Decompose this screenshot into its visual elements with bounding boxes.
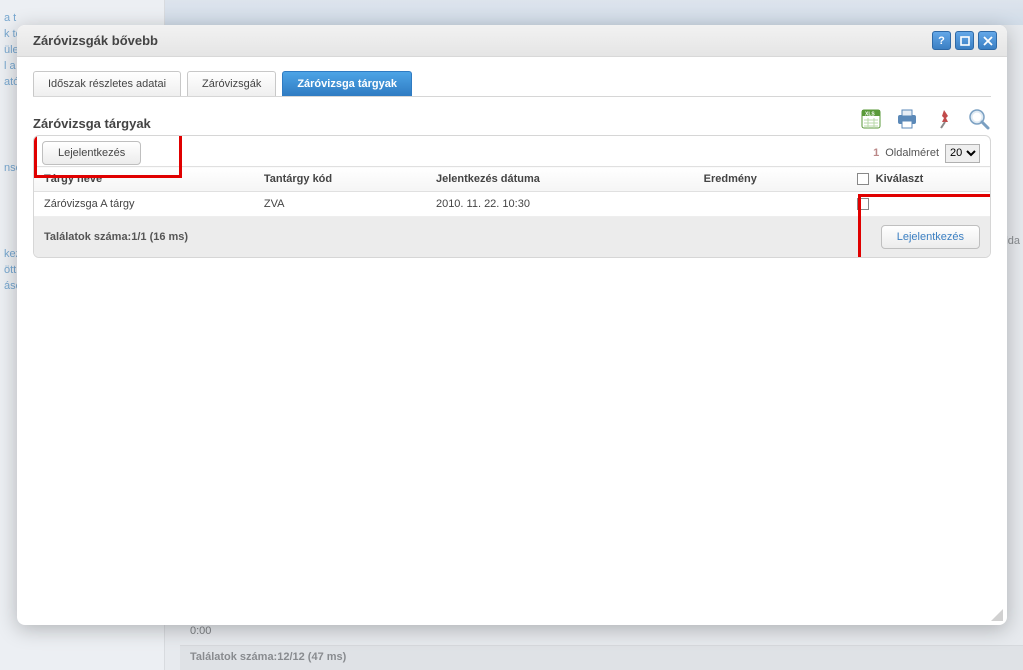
- cell-application-date: 2010. 11. 22. 10:30: [426, 192, 694, 217]
- col-subject-name[interactable]: Tárgy neve: [34, 167, 254, 192]
- cell-result: [694, 192, 847, 217]
- list-panel: Lejelentkezés 1 Oldalméret 20 Tárgy neve…: [33, 135, 991, 258]
- dialog-window: Záróvizsgák bővebb ? Időszak részletes a…: [17, 25, 1007, 625]
- tab-period-details[interactable]: Időszak részletes adatai: [33, 71, 181, 96]
- cell-subject-name: Záróvizsga A tárgy: [34, 192, 254, 217]
- section-title: Záróvizsga tárgyak: [33, 116, 859, 131]
- empty-area: [33, 285, 991, 605]
- col-select: Kiválaszt: [847, 167, 990, 192]
- resize-grip[interactable]: [989, 607, 1003, 621]
- cell-subject-code: ZVA: [254, 192, 426, 217]
- table-header-row: Tárgy neve Tantárgy kód Jelentkezés dátu…: [34, 167, 990, 192]
- unsubscribe-button-top[interactable]: Lejelentkezés: [42, 141, 141, 165]
- tab-final-exams[interactable]: Záróvizsgák: [187, 71, 276, 96]
- toolbar-icons: XLS: [859, 107, 991, 131]
- row-checkbox[interactable]: [857, 198, 869, 210]
- page-number: 1: [873, 147, 879, 159]
- col-application-date[interactable]: Jelentkezés dátuma: [426, 167, 694, 192]
- unsubscribe-button-bottom[interactable]: Lejelentkezés: [881, 225, 980, 249]
- result-count: Találatok száma:1/1 (16 ms): [44, 231, 188, 243]
- pager: 1 Oldalméret 20: [873, 144, 980, 163]
- list-footer: Találatok száma:1/1 (16 ms) Lejelentkezé…: [34, 217, 990, 257]
- dialog-body: Időszak részletes adatai Záróvizsgák Zár…: [17, 57, 1007, 262]
- subjects-table: Tárgy neve Tantárgy kód Jelentkezés dátu…: [34, 166, 990, 217]
- titlebar: Záróvizsgák bővebb ?: [17, 25, 1007, 57]
- list-top-bar: Lejelentkezés 1 Oldalméret 20: [34, 136, 990, 166]
- page-size-label: Oldalméret: [885, 147, 939, 159]
- help-button[interactable]: ?: [932, 31, 951, 50]
- table-row: Záróvizsga A tárgy ZVA 2010. 11. 22. 10:…: [34, 192, 990, 217]
- search-icon[interactable]: [967, 107, 991, 131]
- col-select-label: Kiválaszt: [876, 173, 924, 185]
- cell-select: [847, 192, 990, 217]
- export-xls-icon[interactable]: XLS: [859, 107, 883, 131]
- page-size-select[interactable]: 20: [945, 144, 980, 163]
- window-title: Záróvizsgák bővebb: [33, 33, 932, 48]
- print-icon[interactable]: [895, 107, 919, 131]
- tab-final-exam-subjects[interactable]: Záróvizsga tárgyak: [282, 71, 412, 96]
- select-all-checkbox[interactable]: [857, 173, 869, 185]
- col-subject-code[interactable]: Tantárgy kód: [254, 167, 426, 192]
- svg-text:XLS: XLS: [865, 112, 875, 118]
- col-result[interactable]: Eredmény: [694, 167, 847, 192]
- pin-icon[interactable]: [931, 107, 955, 131]
- window-controls: ?: [932, 31, 997, 50]
- section-header: Záróvizsga tárgyak XLS: [33, 107, 991, 131]
- maximize-button[interactable]: [955, 31, 974, 50]
- tab-bar: Időszak részletes adatai Záróvizsgák Zár…: [33, 71, 991, 97]
- close-button[interactable]: [978, 31, 997, 50]
